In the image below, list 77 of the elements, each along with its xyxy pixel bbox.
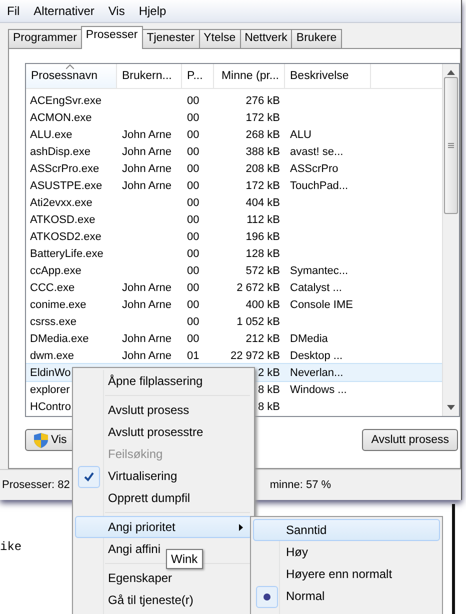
table-cell: 8 kB	[258, 400, 280, 412]
table-cell: 112 kB	[246, 214, 280, 226]
table-cell: 01	[187, 350, 200, 362]
table-cell: 00	[187, 128, 200, 140]
table-cell: ASScrPro	[290, 162, 338, 174]
table-cell: HContro	[30, 400, 71, 412]
table-cell: John Arne	[122, 128, 172, 140]
tooltip: Wink	[166, 549, 203, 569]
table-cell: 00	[187, 180, 200, 192]
table-cell: 00	[187, 316, 200, 328]
table-cell: 268 kB	[246, 128, 280, 140]
table-cell: John Arne	[122, 298, 172, 310]
table-cell: John Arne	[122, 282, 172, 294]
table-cell: Ati2evxx.exe	[30, 196, 92, 208]
table-cell: ALU	[290, 128, 312, 140]
table-cell: 388 kB	[246, 146, 280, 158]
table-cell: explorer	[30, 384, 70, 396]
status-text: minne: 57 %	[270, 479, 332, 491]
table-cell: conime.exe	[30, 298, 86, 310]
table-cell: 00	[187, 264, 200, 276]
table-cell: 172 kB	[246, 112, 280, 124]
table-cell: 572 kB	[246, 264, 280, 276]
table-cell: 00	[187, 332, 200, 344]
table-cell: 00	[187, 196, 200, 208]
table-cell: 00	[187, 248, 200, 260]
table-cell: 128 kB	[246, 248, 280, 260]
table-cell: 00	[187, 112, 200, 124]
table-cell: 8 kB	[258, 384, 280, 396]
table-cell: ALU.exe	[30, 128, 72, 140]
table-cell: dwm.exe	[30, 350, 74, 362]
table-cell: 00	[187, 162, 200, 174]
status-text: Prosesser: 82	[2, 479, 70, 491]
table-cell: ccApp.exe	[30, 264, 82, 276]
table-cell: DMedia.exe	[30, 332, 89, 344]
table-cell: avast! se...	[290, 146, 344, 158]
table-cell: John Arne	[122, 180, 172, 192]
table-cell: CCC.exe	[30, 282, 75, 294]
table-cell: John Arne	[122, 350, 172, 362]
table-cell: 00	[187, 94, 200, 106]
table-cell: 2 672 kB	[236, 282, 280, 294]
table-cell: ASScrPro.exe	[30, 162, 100, 174]
table-cell: 172 kB	[246, 180, 280, 192]
table-cell: DMedia	[290, 332, 328, 344]
table-cell: TouchPad...	[290, 180, 348, 192]
table-cell: csrss.exe	[30, 316, 76, 328]
table-cell: 196 kB	[246, 230, 280, 242]
table-cell: ACEngSvr.exe	[30, 94, 102, 106]
table-cell: 2 kB	[258, 366, 280, 378]
table-cell: Symantec...	[290, 264, 348, 276]
table-cell: 22 972 kB	[230, 350, 280, 362]
table-cell: Desktop ...	[290, 350, 343, 362]
table-cell: Neverlan...	[290, 366, 344, 378]
table-cell: 00	[187, 282, 200, 294]
table-cell: ASUSTPE.exe	[30, 180, 102, 192]
table-cell: Console IME	[290, 298, 353, 310]
table-cell: EldinWo	[30, 366, 71, 378]
table-cell: Catalyst ...	[290, 282, 342, 294]
document-text: ike	[0, 540, 22, 554]
table-cell: ashDisp.exe	[30, 146, 91, 158]
table-cell: John Arne	[122, 162, 172, 174]
table-cell: John Arne	[122, 332, 172, 344]
table-cell: 00	[187, 146, 200, 158]
table-cell: 00	[187, 230, 200, 242]
table-cell: 208 kB	[246, 162, 280, 174]
table-cell: 1 052 kB	[236, 316, 280, 328]
table-cell: John Arne	[122, 146, 172, 158]
table-cell: ATKOSD2.exe	[30, 230, 102, 242]
table-cell: 00	[187, 214, 200, 226]
table-cell: 00	[187, 298, 200, 310]
table-cell: Windows ...	[290, 384, 347, 396]
table-cell: 212 kB	[246, 332, 280, 344]
table-cell: 400 kB	[246, 298, 280, 310]
table-cell: 276 kB	[246, 94, 280, 106]
table-cell: 404 kB	[246, 196, 280, 208]
table-cell: ACMON.exe	[30, 112, 92, 124]
table-cell: BatteryLife.exe	[30, 248, 104, 260]
table-cell: ATKOSD.exe	[30, 214, 96, 226]
